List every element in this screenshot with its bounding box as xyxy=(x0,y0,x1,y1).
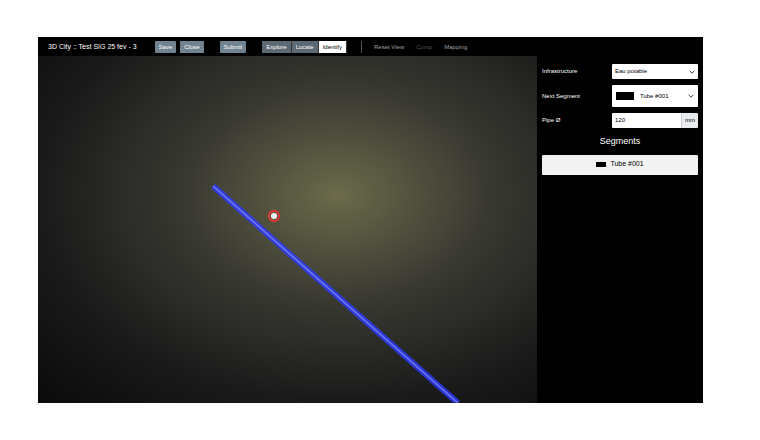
toolbar-link[interactable]: Reset View xyxy=(374,44,404,50)
unit-addon: mm xyxy=(681,113,698,128)
submit-button[interactable]: Submit xyxy=(220,41,247,53)
page: 3D City :: Test SIG 25 fev - 3SaveCloseS… xyxy=(0,0,760,440)
infrastructure-row: Infrastructure Eau potable xyxy=(542,64,698,79)
toolbar: 3D City :: Test SIG 25 fev - 3 SaveClose S… xyxy=(38,37,703,56)
segments-list: Tube #001 xyxy=(542,155,698,175)
color-swatch xyxy=(596,162,606,167)
pipe-diameter-row: Pipe Ø 120mm xyxy=(542,113,698,128)
segments-title: Segments xyxy=(542,135,698,149)
infrastructure-select[interactable]: Eau potable xyxy=(612,64,698,79)
pipe-diameter-field: 120mm xyxy=(612,113,698,128)
field-label: Next Segment xyxy=(542,92,608,100)
window-title: 3D City :: Test SIG 25 fev - 3 xyxy=(48,43,137,50)
toolbar-link[interactable]: Comp xyxy=(416,44,432,50)
pipe-scene-icon xyxy=(38,56,537,403)
chevron-down-icon xyxy=(689,69,695,75)
mode-button[interactable]: Locate xyxy=(292,41,319,53)
color-swatch xyxy=(616,92,634,100)
3d-viewport[interactable] xyxy=(38,56,537,403)
chevron-down-icon xyxy=(688,93,694,99)
action-button[interactable]: Save xyxy=(155,41,177,53)
toolbar-link[interactable]: Mapping xyxy=(444,44,467,50)
field-label: Infrastructure xyxy=(542,67,608,76)
app-window: 3D City :: Test SIG 25 fev - 3SaveCloseS… xyxy=(38,37,703,403)
next-segment-select[interactable]: Tube #001 xyxy=(612,85,698,107)
mode-button[interactable]: Identify xyxy=(319,41,347,53)
segment-item[interactable]: Tube #001 xyxy=(542,155,698,175)
next-segment-row: Next Segment Tube #001 xyxy=(542,85,698,107)
field-label: Pipe Ø xyxy=(542,116,608,125)
side-panel: Infrastructure Eau potable Next Segment Tub… xyxy=(537,56,703,403)
pipe-diameter-input[interactable]: 120 xyxy=(612,113,681,128)
separator xyxy=(361,41,362,53)
mode-button[interactable]: Explore xyxy=(262,41,291,53)
body: Infrastructure Eau potable Next Segment Tub… xyxy=(38,56,703,403)
action-button[interactable]: Close xyxy=(180,41,203,53)
mode-group: ExploreLocateIdentify xyxy=(262,41,347,53)
